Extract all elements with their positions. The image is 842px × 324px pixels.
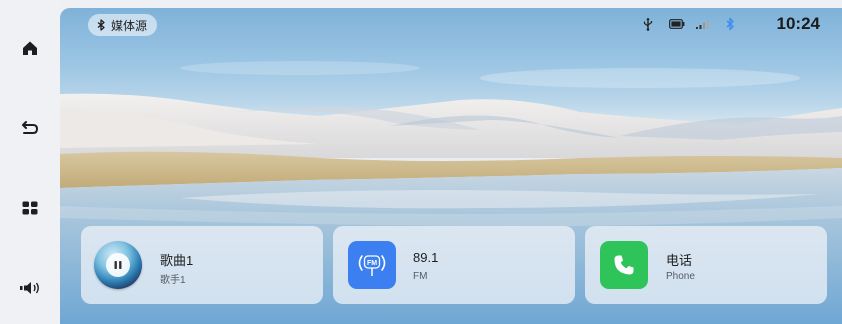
usb-icon xyxy=(643,17,653,31)
band-label: FM xyxy=(413,271,428,282)
volume-icon xyxy=(20,282,39,294)
signal-icon xyxy=(696,20,709,29)
artist-name: 歌手1 xyxy=(160,275,186,286)
back-icon xyxy=(22,121,39,134)
apps-button[interactable] xyxy=(14,192,46,224)
phone-card[interactable]: 电话 Phone xyxy=(585,226,827,304)
music-card[interactable]: 歌曲1 歌手1 xyxy=(81,226,323,304)
back-button[interactable] xyxy=(14,112,46,144)
battery-icon xyxy=(669,19,685,29)
play-pause-button[interactable] xyxy=(106,253,130,277)
fm-badge-text: FM xyxy=(367,260,377,267)
volume-button[interactable] xyxy=(14,272,46,304)
phone-subtitle: Phone xyxy=(666,271,695,282)
fm-radio-icon: FM xyxy=(358,255,386,276)
phone-title: 电话 xyxy=(666,253,693,268)
bluetooth-status-icon xyxy=(726,17,734,31)
radio-card[interactable]: FM 89.1 FM xyxy=(333,226,575,304)
sidebar xyxy=(0,0,60,324)
frequency: 89.1 xyxy=(413,250,439,265)
pause-icon xyxy=(114,261,122,269)
car-launcher: 媒体源 10:24 歌曲1 歌手1 FM 89.1 FM 电话 Phone xyxy=(0,0,842,324)
radio-tile: FM xyxy=(348,241,396,289)
apps-grid-icon xyxy=(22,201,38,215)
bluetooth-icon xyxy=(97,19,105,31)
wallpaper: 媒体源 10:24 歌曲1 歌手1 FM 89.1 FM 电话 Phone xyxy=(60,8,842,324)
media-source-button[interactable]: 媒体源 xyxy=(88,14,158,36)
clock: 10:24 xyxy=(776,14,820,33)
media-source-label: 媒体源 xyxy=(111,18,148,33)
song-title: 歌曲1 xyxy=(160,253,194,268)
status-bar: 媒体源 10:24 xyxy=(60,8,842,38)
phone-icon xyxy=(614,255,634,275)
home-icon xyxy=(23,41,37,55)
home-button[interactable] xyxy=(14,32,46,64)
phone-tile xyxy=(600,241,648,289)
